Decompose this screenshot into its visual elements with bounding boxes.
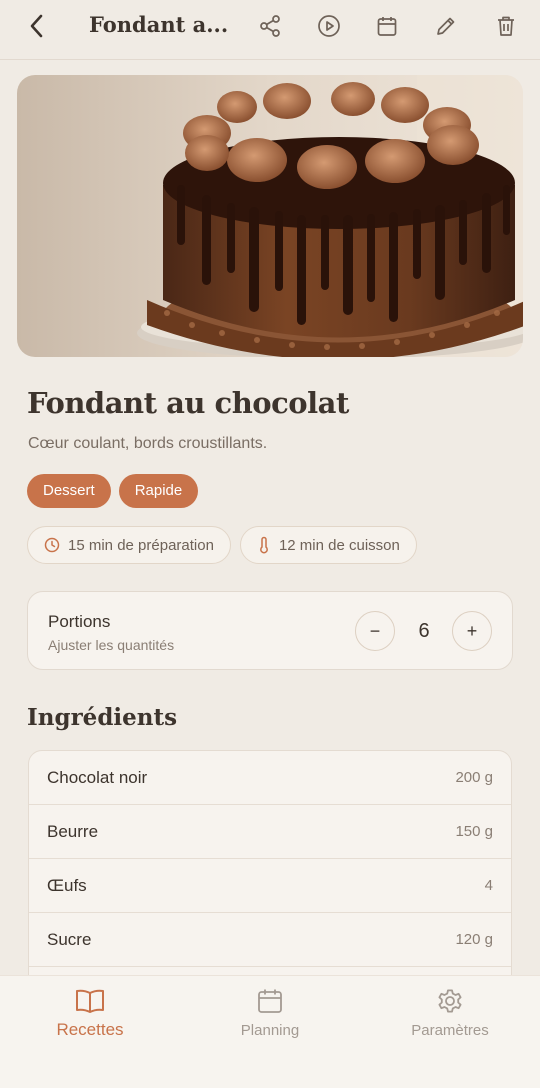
- nav-recettes[interactable]: Recettes: [20, 986, 160, 1040]
- nav-label-recettes: Recettes: [56, 1020, 124, 1039]
- ingredient-row[interactable]: Sucre 120 g: [29, 913, 511, 967]
- clock-icon: [44, 537, 60, 553]
- nav-label-planning: Planning: [240, 1022, 300, 1039]
- ingredient-qty: 200 g: [455, 769, 493, 786]
- ingredient-row[interactable]: Beurre 150 g: [29, 805, 511, 859]
- recipe-subtitle: Cœur coulant, bords croustillants.: [28, 435, 268, 452]
- edit-icon: [437, 17, 455, 35]
- increment-portions-button[interactable]: +: [452, 611, 492, 651]
- calendar-icon: [377, 17, 397, 36]
- thermometer-icon: [260, 536, 268, 554]
- cook-time-label: 12 min de cuisson: [278, 536, 400, 554]
- ingredient-qty: 120 g: [455, 931, 493, 948]
- share-button[interactable]: [256, 12, 284, 40]
- tag-dessert[interactable]: Dessert: [27, 474, 111, 508]
- edit-button[interactable]: [432, 12, 460, 40]
- portions-label: Portions: [48, 612, 111, 631]
- calendar-button[interactable]: [373, 12, 401, 40]
- recipe-photo: [17, 75, 523, 357]
- calendar-icon: [258, 989, 282, 1013]
- ingredient-name: Chocolat noir: [47, 767, 148, 787]
- portions-count: 6: [418, 620, 430, 642]
- portions-card: Portions Ajuster les quantités − 6 +: [27, 591, 513, 670]
- ingredient-row[interactable]: Œufs 4: [29, 859, 511, 913]
- nav-parametres[interactable]: Paramètres: [380, 986, 520, 1039]
- back-button[interactable]: [22, 10, 50, 42]
- page-title: Fondant a...: [89, 12, 229, 37]
- portions-sublabel: Ajuster les quantités: [48, 637, 175, 653]
- top-bar: Fondant a...: [0, 0, 540, 60]
- back-icon: [30, 14, 43, 38]
- ingredient-qty: 150 g: [455, 823, 493, 840]
- ingredient-name: Sucre: [47, 929, 92, 949]
- trash-icon: [498, 16, 514, 36]
- book-icon: [76, 989, 104, 1013]
- ingredients-title: Ingrédients: [27, 704, 178, 731]
- time-chips: 15 min de préparation 12 min de cuisson: [27, 526, 417, 564]
- ingredient-name: Beurre: [47, 821, 99, 841]
- bottom-navigation: Recettes Planning Paramètres: [0, 975, 540, 1088]
- cook-time-chip: 12 min de cuisson: [239, 526, 417, 564]
- ingredient-name: Œufs: [47, 875, 87, 895]
- tag-list: Dessert Rapide: [27, 474, 199, 508]
- share-icon: [260, 15, 280, 37]
- ingredient-qty: 4: [484, 877, 493, 894]
- ingredient-row[interactable]: Chocolat noir 200 g: [29, 751, 511, 805]
- gear-icon: [438, 989, 462, 1013]
- delete-button[interactable]: [492, 12, 520, 40]
- decrement-portions-button[interactable]: −: [355, 611, 395, 651]
- nav-label-parametres: Paramètres: [411, 1022, 489, 1039]
- ingredients-list: Chocolat noir 200 g Beurre 150 g Œufs 4 …: [28, 750, 512, 990]
- prep-time-label: 15 min de préparation: [68, 536, 214, 554]
- nav-planning[interactable]: Planning: [200, 986, 340, 1039]
- prep-time-chip: 15 min de préparation: [27, 526, 231, 564]
- play-icon: [318, 15, 340, 37]
- recipe-title: Fondant au chocolat: [27, 386, 349, 420]
- play-button[interactable]: [315, 12, 343, 40]
- tag-rapide[interactable]: Rapide: [118, 474, 199, 508]
